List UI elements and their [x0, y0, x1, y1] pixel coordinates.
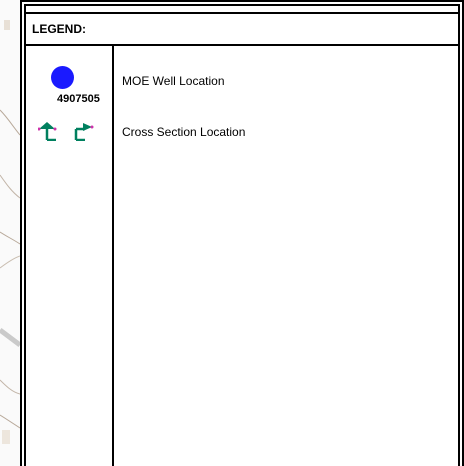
well-id-label: 4907505	[57, 93, 100, 105]
cross-section-icon	[38, 122, 94, 141]
legend-body: 4907505 MOE Well Location Cross Section …	[26, 44, 458, 466]
legend-panel: LEGEND: 4907505 MOE Well Location Cross …	[20, 0, 464, 466]
well-location-icon	[51, 66, 74, 89]
map-linework	[0, 20, 20, 444]
legend-symbol-column: 4907505	[26, 44, 114, 466]
map-background	[0, 0, 20, 466]
legend-header: LEGEND:	[26, 12, 458, 46]
legend-description-column: MOE Well Location Cross Section Location	[114, 44, 458, 466]
legend-title: LEGEND:	[32, 22, 86, 36]
legend-item-cross-section-label: Cross Section Location	[122, 125, 246, 139]
legend-item-well-label: MOE Well Location	[122, 74, 225, 88]
